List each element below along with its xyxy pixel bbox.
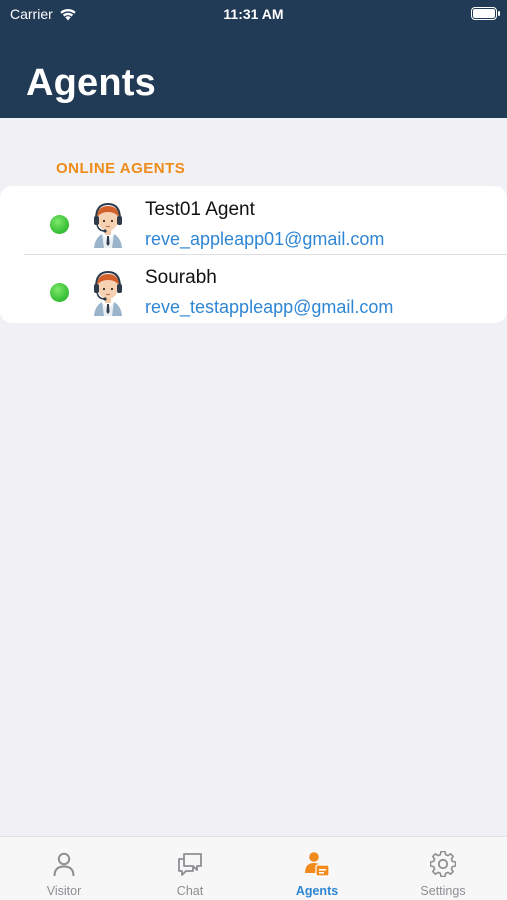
- agent-name: Test01 Agent: [145, 199, 255, 220]
- agent-headset-avatar-icon: [94, 270, 122, 316]
- tab-label: Visitor: [46, 884, 82, 898]
- agent-row[interactable]: Sourabh reve_testappleapp@gmail.com: [0, 254, 507, 322]
- navigation-header: Carrier 11:31 AM Agents: [0, 0, 507, 118]
- agent-row[interactable]: Test01 Agent reve_appleapp01@gmail.com: [0, 186, 507, 254]
- page-title: Agents: [26, 62, 156, 104]
- tab-label: Settings: [420, 884, 466, 898]
- agents-list: Test01 Agent reve_appleapp01@gmail.com S…: [0, 186, 507, 323]
- tab-settings[interactable]: Settings: [380, 837, 506, 900]
- chat-bubbles-icon: [178, 853, 202, 876]
- person-icon: [53, 852, 75, 877]
- online-status-icon: [50, 215, 69, 234]
- agent-name: Sourabh: [145, 267, 217, 288]
- section-title: ONLINE AGENTS: [56, 160, 186, 177]
- tab-bar: Visitor Chat Agents Settings: [0, 836, 507, 900]
- tab-chat[interactable]: Chat: [127, 837, 253, 900]
- status-bar: Carrier 11:31 AM: [0, 0, 507, 28]
- tab-label: Agents: [295, 884, 339, 898]
- tab-label: Chat: [176, 884, 204, 898]
- tab-visitor[interactable]: Visitor: [1, 837, 127, 900]
- clock: 11:31 AM: [223, 6, 284, 22]
- gear-icon: [430, 851, 456, 877]
- agent-headset-avatar-icon: [94, 202, 122, 248]
- battery-icon: [471, 7, 500, 20]
- tab-agents[interactable]: Agents: [254, 837, 380, 900]
- agent-email[interactable]: reve_appleapp01@gmail.com: [145, 229, 384, 250]
- agents-icon: [305, 852, 330, 877]
- online-status-icon: [50, 283, 69, 302]
- agent-email[interactable]: reve_testappleapp@gmail.com: [145, 297, 393, 318]
